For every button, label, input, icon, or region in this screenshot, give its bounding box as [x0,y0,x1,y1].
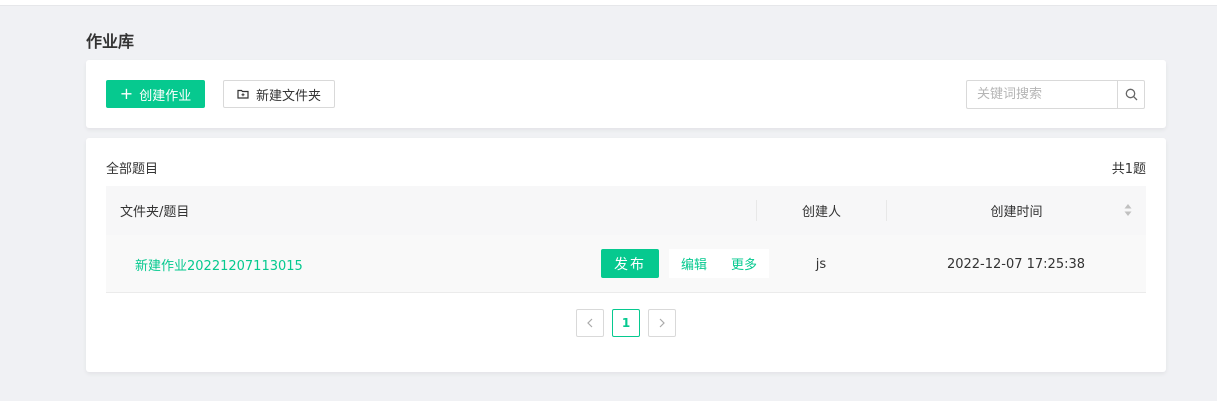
create-assignment-label: 创建作业 [139,88,192,104]
search-icon [1125,88,1137,101]
row-creator: js [815,256,827,272]
row-created-time: 2022-12-07 17:25:38 [946,256,1086,272]
new-folder-label: 新建文件夹 [255,88,321,104]
page-title: 作业库 [86,32,135,51]
sort-icon[interactable] [1124,203,1132,217]
table-row: 新建作业20221207113015 发布 编辑 更多 js 2022-12-0… [106,235,1146,293]
page-number-button[interactable]: 1 [612,309,640,337]
column-header-name: 文件夹/题目 [120,205,190,220]
toolbar-card: + 创建作业 新建文件夹 [86,60,1166,128]
create-assignment-button[interactable]: + 创建作业 [106,80,205,108]
pagination: 1 [576,309,676,337]
table-header: 文件夹/题目 创建人 创建时间 [106,186,1146,235]
list-count: 共1题 [1111,162,1146,177]
chevron-left-icon [587,318,593,328]
next-page-button[interactable] [648,309,676,337]
assignment-name-link[interactable]: 新建作业20221207113015 [135,235,303,293]
prev-page-button[interactable] [576,309,604,337]
plus-icon: + [119,84,134,103]
chevron-right-icon [659,318,665,328]
publish-button[interactable]: 发布 [601,249,659,278]
folder-icon [237,89,249,99]
column-header-creator: 创建人 [756,200,886,221]
assignment-table: 文件夹/题目 创建人 创建时间 新建作业20221207113015 发布 编辑… [106,186,1146,293]
top-strip [0,0,1217,6]
search-box [966,80,1145,109]
new-folder-button[interactable]: 新建文件夹 [223,80,335,108]
search-button[interactable] [1117,80,1145,109]
list-title: 全部题目 [106,162,159,177]
edit-link[interactable]: 编辑 [669,249,719,278]
assignment-list-card: 全部题目 共1题 文件夹/题目 创建人 创建时间 新建作业20221207113… [86,138,1166,372]
column-header-time: 创建时间 [886,200,1146,221]
search-input[interactable] [966,80,1117,109]
